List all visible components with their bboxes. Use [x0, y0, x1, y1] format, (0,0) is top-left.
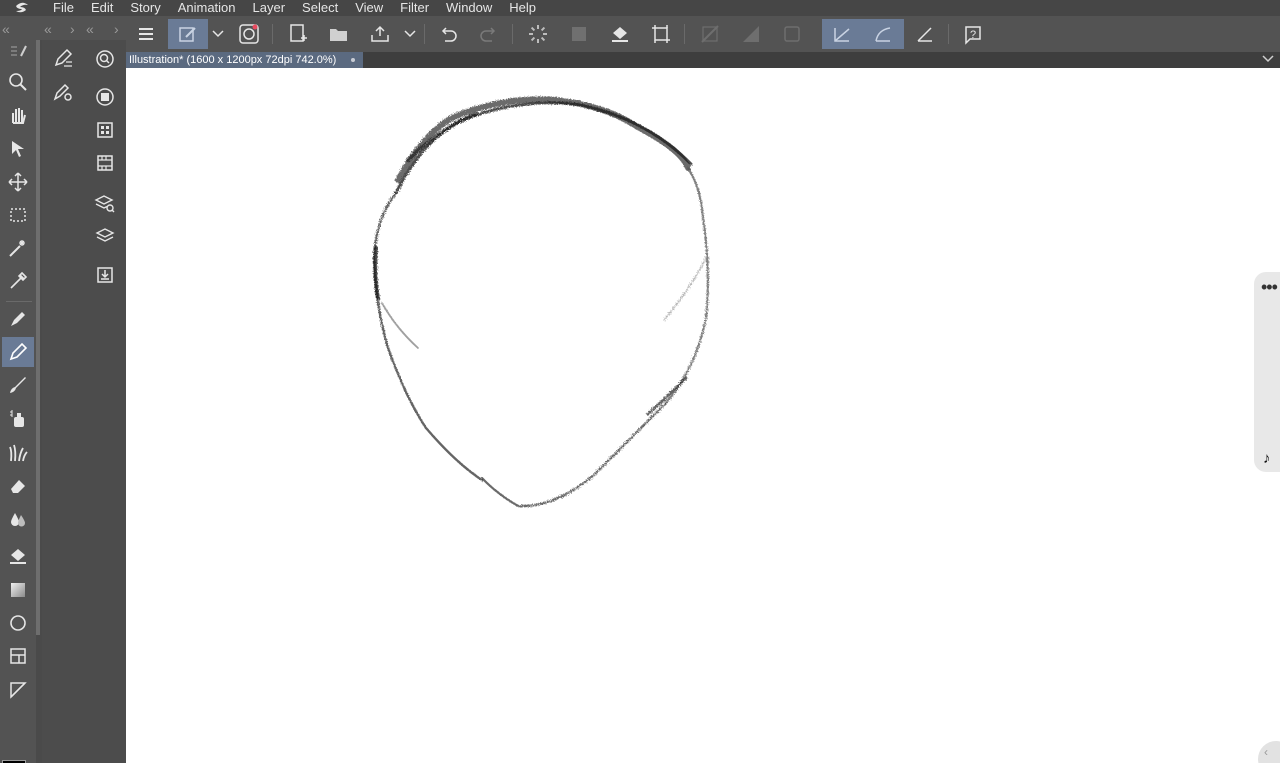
stabilizer-icon[interactable]	[822, 19, 862, 49]
menu-layer[interactable]: Layer	[244, 0, 294, 16]
menu-view[interactable]: View	[346, 0, 391, 16]
collapse-left-icon[interactable]: «	[2, 16, 10, 42]
decoration-icon[interactable]	[2, 438, 34, 468]
collapse-left-icon[interactable]: «	[44, 16, 52, 42]
menu-file[interactable]: File	[44, 0, 82, 16]
pen-icon[interactable]	[2, 304, 34, 334]
sketch-drawing	[372, 96, 710, 508]
expand-right-icon[interactable]: ›	[70, 16, 75, 42]
eyedropper-icon[interactable]	[2, 266, 34, 296]
redo-icon[interactable]	[474, 19, 504, 49]
airbrush-icon[interactable]	[2, 404, 34, 434]
chevron-left-icon: ‹	[1264, 745, 1268, 759]
hand-icon[interactable]	[2, 100, 34, 130]
selection-layer-icon[interactable]	[564, 19, 594, 49]
ruler-pen-icon[interactable]	[910, 19, 940, 49]
tool-palette	[0, 40, 36, 763]
chevron-down-icon[interactable]	[1262, 55, 1274, 63]
menu-select[interactable]: Select	[293, 0, 346, 16]
snap-special-ruler-icon[interactable]	[736, 19, 766, 49]
panel-icon-column	[84, 40, 126, 763]
chevron-down-icon[interactable]	[210, 19, 226, 49]
open-folder-icon[interactable]	[324, 19, 354, 49]
document-tab[interactable]: Illustration* (1600 x 1200px 72dpi 742.0…	[126, 52, 363, 68]
figure-circle-icon[interactable]	[2, 608, 34, 638]
eraser-icon[interactable]	[2, 471, 34, 501]
zoom-icon[interactable]	[2, 67, 34, 97]
layer-property-icon[interactable]	[89, 82, 121, 112]
undo-icon[interactable]	[433, 19, 463, 49]
new-file-icon[interactable]	[283, 19, 313, 49]
loading-spinner-icon[interactable]	[523, 19, 553, 49]
menu-edit[interactable]: Edit	[82, 0, 121, 16]
brush-icon[interactable]	[2, 370, 34, 400]
expand-right-icon[interactable]: ›	[114, 16, 119, 42]
document-tab-strip: Illustration* (1600 x 1200px 72dpi 742.0…	[126, 52, 1280, 68]
animation-cels-icon[interactable]	[89, 148, 121, 178]
sub-tool-settings-icon[interactable]	[47, 77, 79, 107]
import-icon[interactable]	[89, 260, 121, 290]
transform-icon[interactable]	[646, 19, 676, 49]
ruler-icon[interactable]	[2, 675, 34, 705]
pencil-icon[interactable]	[2, 337, 34, 367]
menu-animation[interactable]: Animation	[169, 0, 244, 16]
help-icon[interactable]: ?	[958, 19, 988, 49]
move-layer-icon[interactable]	[2, 167, 34, 197]
command-bar: « « › « › ?	[0, 16, 1280, 52]
more-options-icon[interactable]: •••	[1261, 278, 1278, 296]
navigator-icon[interactable]	[89, 44, 121, 74]
menu-icon[interactable]	[131, 19, 161, 49]
document-tab-title: Illustration* (1600 x 1200px 72dpi 742.0…	[129, 54, 337, 66]
clip-studio-icon[interactable]	[234, 19, 264, 49]
layer-search-icon[interactable]	[89, 188, 121, 218]
menu-bar: File Edit Story Animation Layer Select V…	[0, 0, 1280, 16]
side-panel-handle[interactable]: ••• ♪	[1254, 272, 1280, 472]
blend-icon[interactable]	[2, 504, 34, 534]
operation-icon[interactable]	[2, 134, 34, 164]
tool-palette-menu-icon[interactable]	[2, 40, 34, 62]
drawing-canvas[interactable]: ••• ♪ ‹	[126, 68, 1280, 763]
chevron-down-icon[interactable]	[402, 19, 418, 49]
sub-tool-column	[42, 40, 84, 763]
menu-story[interactable]: Story	[121, 0, 168, 16]
collapse-left-icon[interactable]: «	[86, 16, 94, 42]
auto-select-wand-icon[interactable]	[2, 233, 34, 263]
menu-filter[interactable]: Filter	[391, 0, 437, 16]
gradient-icon[interactable]	[2, 575, 34, 605]
svg-text:?: ?	[970, 29, 976, 41]
frame-border-icon[interactable]	[2, 641, 34, 671]
app-logo-icon[interactable]	[0, 0, 44, 16]
snap-grid-icon[interactable]	[777, 19, 807, 49]
menu-help[interactable]: Help	[500, 0, 544, 16]
edit-pencil-icon[interactable]	[168, 19, 208, 49]
music-note-icon[interactable]: ♪	[1263, 450, 1271, 467]
sub-tool-detail-icon[interactable]	[47, 43, 79, 73]
material-icon[interactable]	[89, 115, 121, 145]
menu-window[interactable]: Window	[437, 0, 500, 16]
curve-stabilizer-icon[interactable]	[862, 19, 904, 49]
clip-studio-window: File Edit Story Animation Layer Select V…	[0, 0, 1280, 763]
layer-icon[interactable]	[89, 221, 121, 251]
close-tab-icon[interactable]	[351, 58, 355, 62]
snap-ruler-icon[interactable]	[695, 19, 725, 49]
fill-icon[interactable]	[605, 19, 635, 49]
selection-rect-icon[interactable]	[2, 200, 34, 230]
tool-palette-scrollbar[interactable]	[36, 40, 40, 635]
fill-bucket-icon[interactable]	[2, 541, 34, 571]
export-tray-icon[interactable]	[365, 19, 395, 49]
